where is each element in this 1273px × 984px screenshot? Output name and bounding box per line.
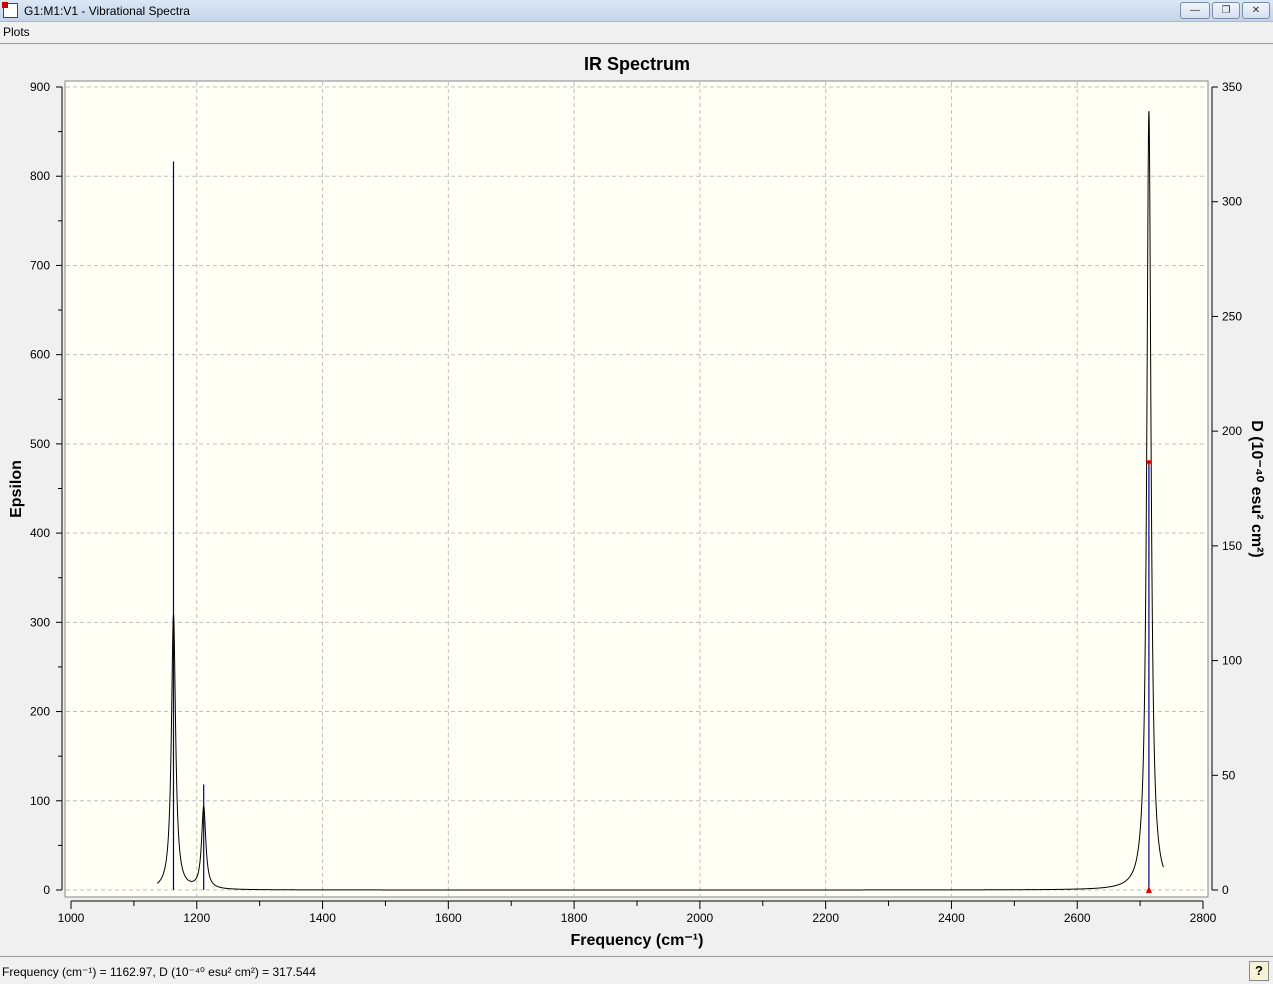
y-tick-label: 200 <box>30 705 50 719</box>
y-tick-label: 800 <box>30 169 50 183</box>
plot-area <box>64 80 1209 898</box>
y2-tick-label: 50 <box>1222 768 1236 782</box>
x-tick-label: 1000 <box>58 911 85 925</box>
y-tick-label: 400 <box>30 526 50 540</box>
y-tick-label: 900 <box>30 80 50 94</box>
x-tick-label: 1600 <box>435 911 462 925</box>
status-bar: Frequency (cm⁻¹) = 1162.97, D (10⁻⁴⁰ esu… <box>0 956 1273 984</box>
x-tick-label: 2400 <box>938 911 965 925</box>
y2-tick-label: 350 <box>1222 80 1242 94</box>
y-tick-label: 100 <box>30 794 50 808</box>
x-tick-label: 2000 <box>687 911 714 925</box>
chart-title: IR Spectrum <box>584 54 690 74</box>
x-tick-label: 2200 <box>812 911 839 925</box>
y2-tick-label: 150 <box>1222 539 1242 553</box>
x-tick-label: 1800 <box>561 911 588 925</box>
y2-tick-label: 0 <box>1222 883 1229 897</box>
y-tick-label: 500 <box>30 437 50 451</box>
y-tick-label: 600 <box>30 348 50 362</box>
status-text: Frequency (cm⁻¹) = 1162.97, D (10⁻⁴⁰ esu… <box>2 965 316 979</box>
y2-tick-label: 250 <box>1222 309 1242 323</box>
y2-tick-label: 300 <box>1222 195 1242 209</box>
x-tick-label: 2600 <box>1064 911 1091 925</box>
x-tick-label: 1400 <box>309 911 336 925</box>
help-button[interactable]: ? <box>1249 961 1269 981</box>
y-tick-label: 0 <box>43 883 50 897</box>
x-tick-label: 1200 <box>183 911 210 925</box>
y2-axis-label: D (10⁻⁴⁰ esu² cm²) <box>1248 420 1265 557</box>
ir-spectrum-chart[interactable]: 1000 1200 1400 1600 1800 2000 2200 2400 2600 2800… <box>0 0 1273 984</box>
y-axis-label: Epsilon <box>8 460 25 518</box>
y2-tick-label: 200 <box>1222 424 1242 438</box>
y-tick-label: 700 <box>30 258 50 272</box>
y2-tick-label: 100 <box>1222 654 1242 668</box>
y-tick-label: 300 <box>30 615 50 629</box>
x-axis-label: Frequency (cm⁻¹) <box>571 932 704 949</box>
x-tick-label: 2800 <box>1190 911 1217 925</box>
